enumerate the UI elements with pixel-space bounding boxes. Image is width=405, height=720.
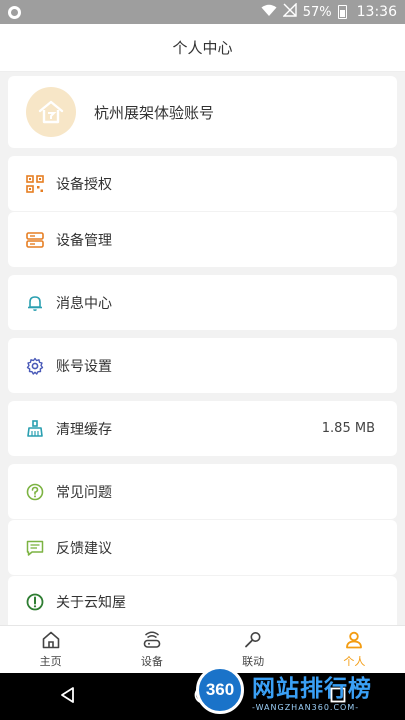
watermark-title: 网站排行榜 [252,675,372,702]
menu-label: 设备管理 [56,232,112,249]
menu-item-feedback[interactable]: 反馈建议 [8,520,397,575]
gear-icon [26,357,44,375]
server-icon [26,231,44,249]
menu-item-account-settings[interactable]: 账号设置 [8,338,397,393]
menu-item-device-authorization[interactable]: 设备授权 [8,156,397,211]
status-circle-icon [8,5,21,19]
watermark-subtitle: -WANGZHAN360.COM- [252,702,360,712]
info-icon [26,593,44,611]
page-title: 个人中心 [0,24,405,72]
tab-home[interactable]: 主页 [0,626,101,673]
menu-label: 常见问题 [56,484,112,501]
menu-label: 清理缓存 [56,421,112,438]
bell-icon [26,294,44,312]
battery-icon [337,5,347,19]
menu-label: 反馈建议 [56,540,112,557]
watermark-logo: 360 网站排行榜 -WANGZHAN360.COM- [196,662,401,718]
menu-label: 设备授权 [56,176,112,193]
back-icon[interactable] [58,685,78,709]
tab-label: 设备 [140,655,163,668]
cache-size: 1.85 MB [321,421,375,436]
tab-label: 主页 [39,655,62,668]
watermark-badge: 360 [196,666,244,714]
profile-name: 杭州展架体验账号 [94,103,215,122]
person-icon [346,631,363,649]
home-icon [42,631,59,649]
menu-item-about[interactable]: 关于云知屋 [8,576,397,628]
clock: 13:36 [356,4,397,20]
broom-icon [26,419,44,438]
router-icon [143,631,161,648]
menu-label: 消息中心 [56,295,112,312]
link-icon [245,632,261,648]
menu-item-clear-cache[interactable]: 清理缓存 1.85 MB [8,401,397,456]
house-avatar-icon [38,100,64,124]
feedback-icon [26,539,44,557]
tab-devices[interactable]: 设备 [101,626,202,673]
menu-item-faq[interactable]: 常见问题 [8,464,397,519]
avatar[interactable] [26,87,76,137]
no-signal-icon [282,2,297,21]
menu-label: 关于云知屋 [56,595,126,611]
profile-card[interactable]: 杭州展架体验账号 [8,76,397,148]
menu-item-device-management[interactable]: 设备管理 [8,212,397,267]
battery-percent: 57% [302,4,332,20]
menu-label: 账号设置 [56,358,112,375]
question-icon [26,483,44,501]
menu-item-message-center[interactable]: 消息中心 [8,275,397,330]
qr-code-icon [26,174,44,193]
wifi-icon [261,4,277,21]
status-bar: 57% 13:36 [0,0,405,24]
